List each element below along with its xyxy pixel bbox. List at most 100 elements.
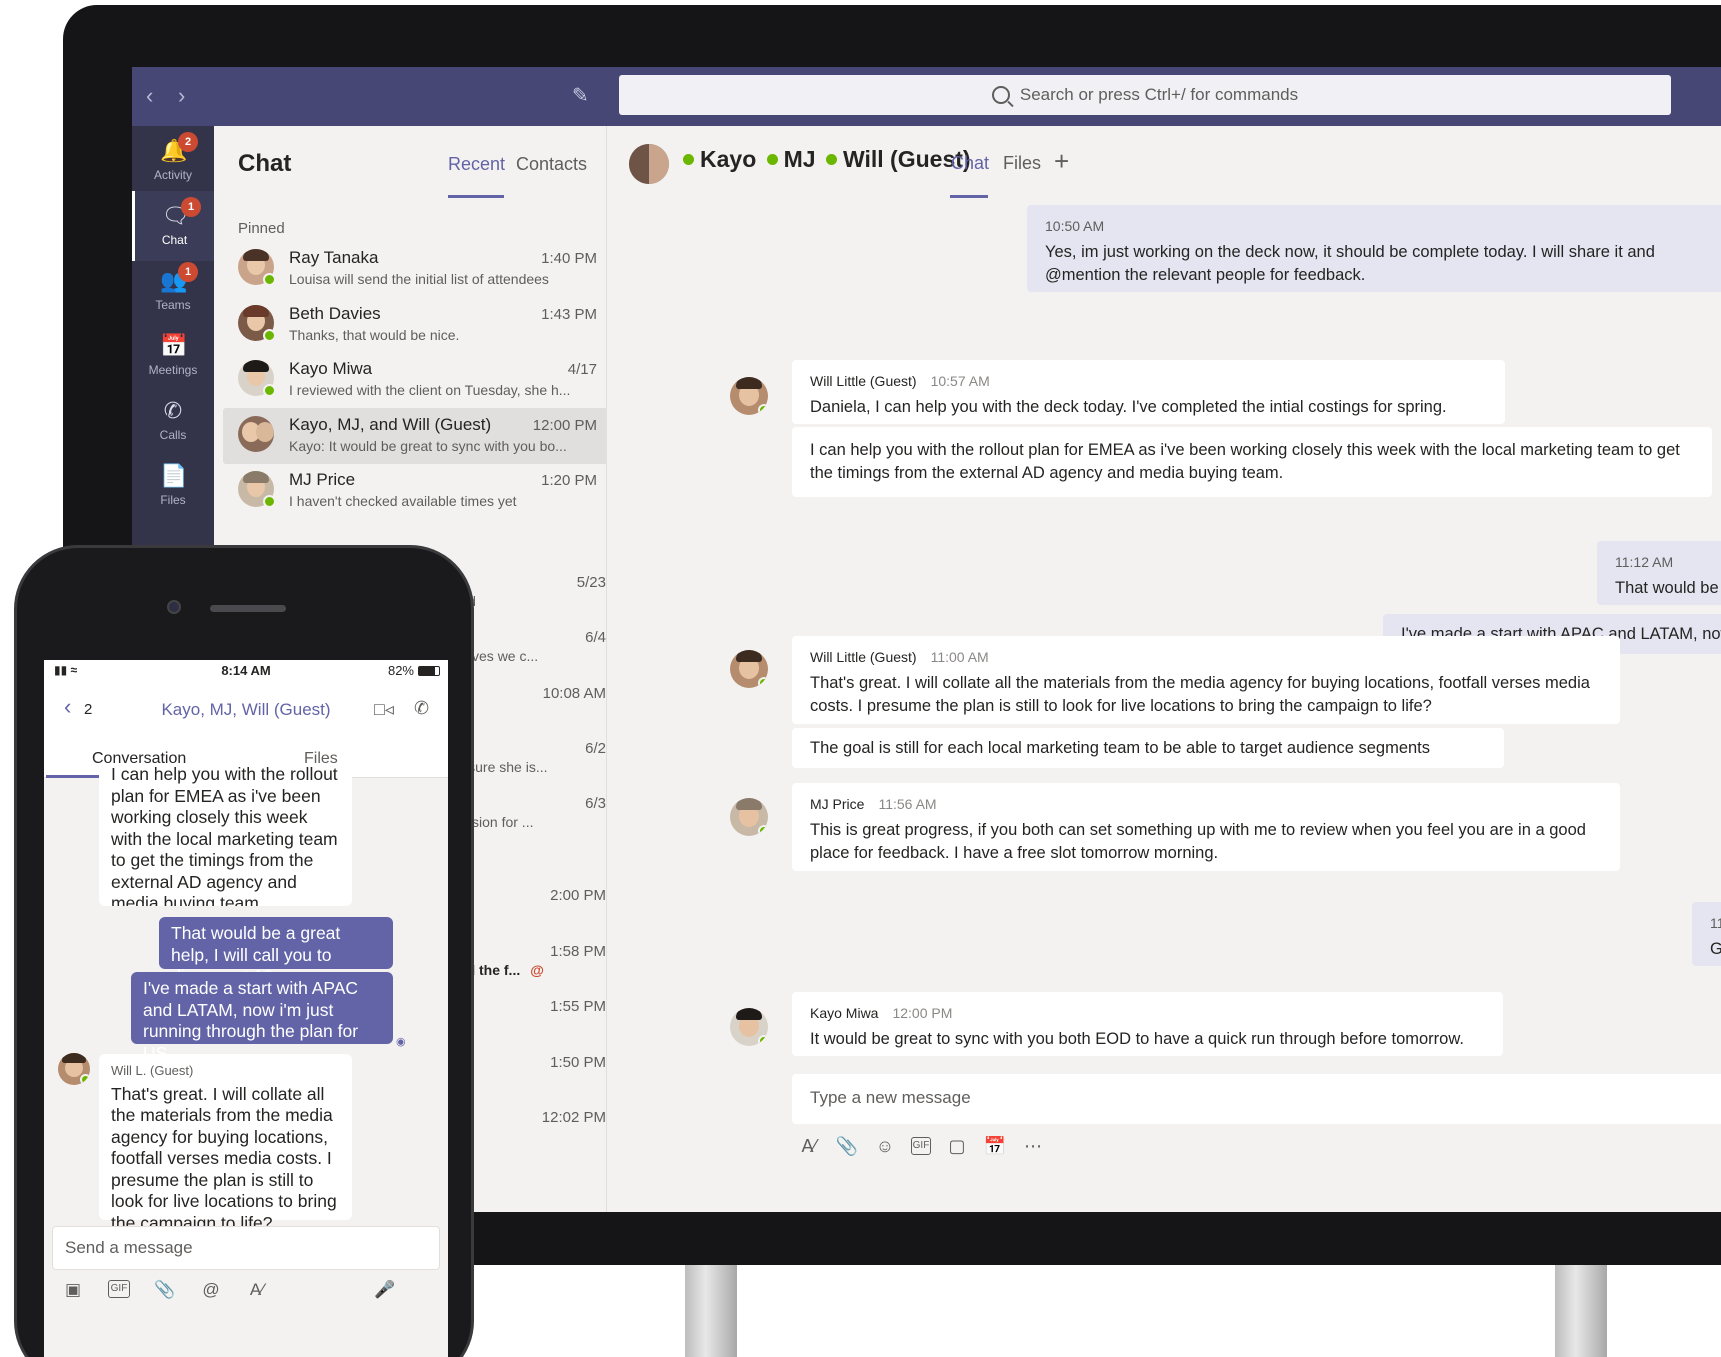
- emoji-icon[interactable]: ☺: [873, 1134, 897, 1158]
- add-tab-plus-icon[interactable]: +: [1054, 146, 1069, 177]
- mention-icon[interactable]: @: [200, 1280, 222, 1300]
- chat-row-time: 1:55 PM: [550, 998, 606, 1015]
- message-author: Will Little (Guest): [810, 649, 917, 665]
- message-compose-input[interactable]: Type a new message: [792, 1074, 1721, 1124]
- message-bubble: I can help you with the rollout plan for…: [792, 427, 1712, 497]
- chat-row-time: 5/23: [576, 574, 606, 591]
- chat-row-preview: Thanks, that would be nice.: [289, 327, 460, 343]
- conversation-pane: Kayo MJ Will (Guest) Chat Files + 10:50 …: [607, 126, 1721, 1212]
- sticker-icon[interactable]: ▢: [945, 1134, 969, 1158]
- schedule-meeting-icon[interactable]: 📅: [983, 1134, 1007, 1158]
- message-meta: Will Little (Guest) 10:57 AM: [810, 370, 1487, 393]
- rail-item-teams[interactable]: 👥 1 Teams: [132, 256, 214, 326]
- avatar: [730, 798, 768, 836]
- tab-recent-underline: [448, 195, 504, 198]
- chat-row-preview: Louisa will send the initial list of att…: [289, 271, 549, 287]
- message-author: Will Little (Guest): [810, 373, 917, 389]
- compose-placeholder: Type a new message: [810, 1088, 971, 1107]
- back-arrow-icon[interactable]: ‹: [146, 83, 153, 109]
- rail-item-meetings[interactable]: 📅 Meetings: [132, 321, 214, 391]
- rail-label-files: Files: [160, 493, 186, 507]
- more-options-icon[interactable]: ⋯: [1021, 1134, 1045, 1158]
- chat-row-name: Kayo, MJ, and Will (Guest): [289, 415, 492, 434]
- marketing-screenshot: ‹ › ✎ Search or press Ctrl+/ for command…: [0, 0, 1721, 1357]
- chat-row-time: 1:50 PM: [550, 1054, 606, 1071]
- chat-row-time: 6/3: [585, 795, 606, 812]
- format-icon[interactable]: A⁄: [246, 1280, 268, 1300]
- chat-list-title: Chat: [238, 150, 292, 177]
- compose-icon[interactable]: ✎: [572, 83, 596, 107]
- battery-icon: [418, 666, 440, 676]
- message-text: I can help you with the rollout plan for…: [111, 764, 338, 906]
- chat-row[interactable]: Ray Tanaka 1:40 PM Louisa will send the …: [223, 241, 611, 297]
- microphone-icon[interactable]: 🎤: [374, 1280, 395, 1300]
- gif-icon[interactable]: GIF: [911, 1137, 931, 1155]
- attach-icon[interactable]: 📎: [835, 1134, 859, 1158]
- phone-device: ▮▮ ≈ 8:14 AM 82% ‹ 2 Kayo, MJ, Will (Gue…: [14, 545, 474, 1357]
- message-bubble: Kayo Miwa 12:00 PM It would be great to s…: [792, 992, 1503, 1056]
- rail-item-calls[interactable]: ✆ Calls: [132, 386, 214, 456]
- rail-item-files[interactable]: 📄 Files: [132, 451, 214, 521]
- tab-files[interactable]: Files: [1003, 153, 1041, 174]
- chat-row-time: 6/4: [585, 629, 606, 646]
- tab-recent[interactable]: Recent: [448, 154, 505, 175]
- chat-row-preview: I reviewed with the client on Tuesday, s…: [289, 382, 571, 398]
- message-text: That's great. I will collate all the mat…: [111, 1083, 337, 1233]
- presence-available-icon: [263, 273, 276, 286]
- message-meta: Kayo Miwa 12:00 PM: [810, 1002, 1485, 1025]
- activity-badge: 2: [178, 132, 198, 152]
- chat-row-name: Kayo Miwa: [289, 359, 373, 378]
- presence-available-icon: [683, 154, 694, 166]
- gif-icon[interactable]: GIF: [108, 1280, 130, 1298]
- message-text: Daniela, I can help you with the deck to…: [810, 398, 1447, 416]
- tab-chat-underline: [950, 195, 988, 198]
- attach-icon[interactable]: 📎: [154, 1280, 176, 1300]
- file-icon: 📄: [160, 463, 188, 488]
- chat-row-time: 1:43 PM: [541, 306, 597, 323]
- message-bubble: MJ Price 11:56 AM This is great progress,…: [792, 783, 1620, 871]
- rail-item-chat[interactable]: 🗨 1 Chat: [132, 191, 214, 261]
- tab-chat[interactable]: Chat: [951, 153, 989, 174]
- chat-row[interactable]: Beth Davies 1:43 PM Thanks, that would b…: [223, 297, 611, 353]
- phone-call-icon[interactable]: ✆: [414, 698, 429, 719]
- avatar: [730, 1008, 768, 1046]
- chat-row-name: Beth Davies: [289, 304, 381, 323]
- mobile-chat-header: ‹ 2 Kayo, MJ, Will (Guest) □◃ ✆: [44, 682, 448, 742]
- title-bar: ‹ › ✎ Search or press Ctrl+/ for command…: [132, 67, 1721, 126]
- chat-badge: 1: [181, 197, 201, 217]
- rail-label-chat: Chat: [161, 233, 188, 247]
- avatar: [58, 1053, 90, 1085]
- front-camera: [167, 600, 181, 614]
- forward-arrow-icon[interactable]: ›: [178, 83, 185, 109]
- format-icon[interactable]: A⁄: [797, 1134, 821, 1158]
- chat-row-time: 4/17: [567, 361, 597, 378]
- message-bubble-self: 11:58 Great: [1692, 902, 1721, 966]
- rail-item-activity[interactable]: 🔔 2 Activity: [132, 126, 214, 196]
- earpiece-speaker: [210, 605, 286, 612]
- conversation-header: Kayo MJ Will (Guest) Chat Files +: [607, 126, 1721, 198]
- calendar-icon: 📅: [160, 333, 188, 358]
- image-icon[interactable]: ▣: [62, 1280, 84, 1300]
- mobile-message-bubble-self: I've made a start with APAC and LATAM, n…: [131, 972, 393, 1063]
- chat-row-time: 1:20 PM: [541, 472, 597, 489]
- video-call-icon[interactable]: □◃: [374, 699, 394, 720]
- rail-label-activity: Activity: [153, 168, 192, 182]
- message-author: Kayo Miwa: [810, 1005, 879, 1021]
- chat-row-time: 12:02 PM: [541, 1109, 606, 1126]
- mobile-compose-toolbar: ▣ GIF 📎 @ A⁄: [62, 1280, 268, 1300]
- chat-row[interactable]: MJ Price 1:20 PM I haven't checked avail…: [223, 463, 611, 519]
- chat-row-time: 6/2: [585, 740, 606, 757]
- pinned-label: Pinned: [238, 220, 285, 237]
- tab-contacts[interactable]: Contacts: [516, 154, 587, 175]
- chat-row[interactable]: Kayo Miwa 4/17 I reviewed with the clien…: [223, 352, 611, 408]
- compose-placeholder: Send a message: [65, 1238, 193, 1257]
- message-time: 11:12 AM: [1615, 554, 1674, 570]
- search-input[interactable]: Search or press Ctrl+/ for commands: [619, 75, 1671, 115]
- message-time: 11:00 AM: [930, 649, 989, 665]
- message-author: Will L. (Guest): [111, 1063, 194, 1078]
- message-bubble: The goal is still for each local marketi…: [792, 728, 1504, 768]
- group-avatar: [629, 144, 669, 184]
- message-time: 11:56 AM: [878, 796, 937, 812]
- mobile-message-input[interactable]: Send a message: [52, 1226, 440, 1270]
- chat-row-selected[interactable]: Kayo, MJ, and Will (Guest) 12:00 PM Kayo…: [223, 408, 611, 464]
